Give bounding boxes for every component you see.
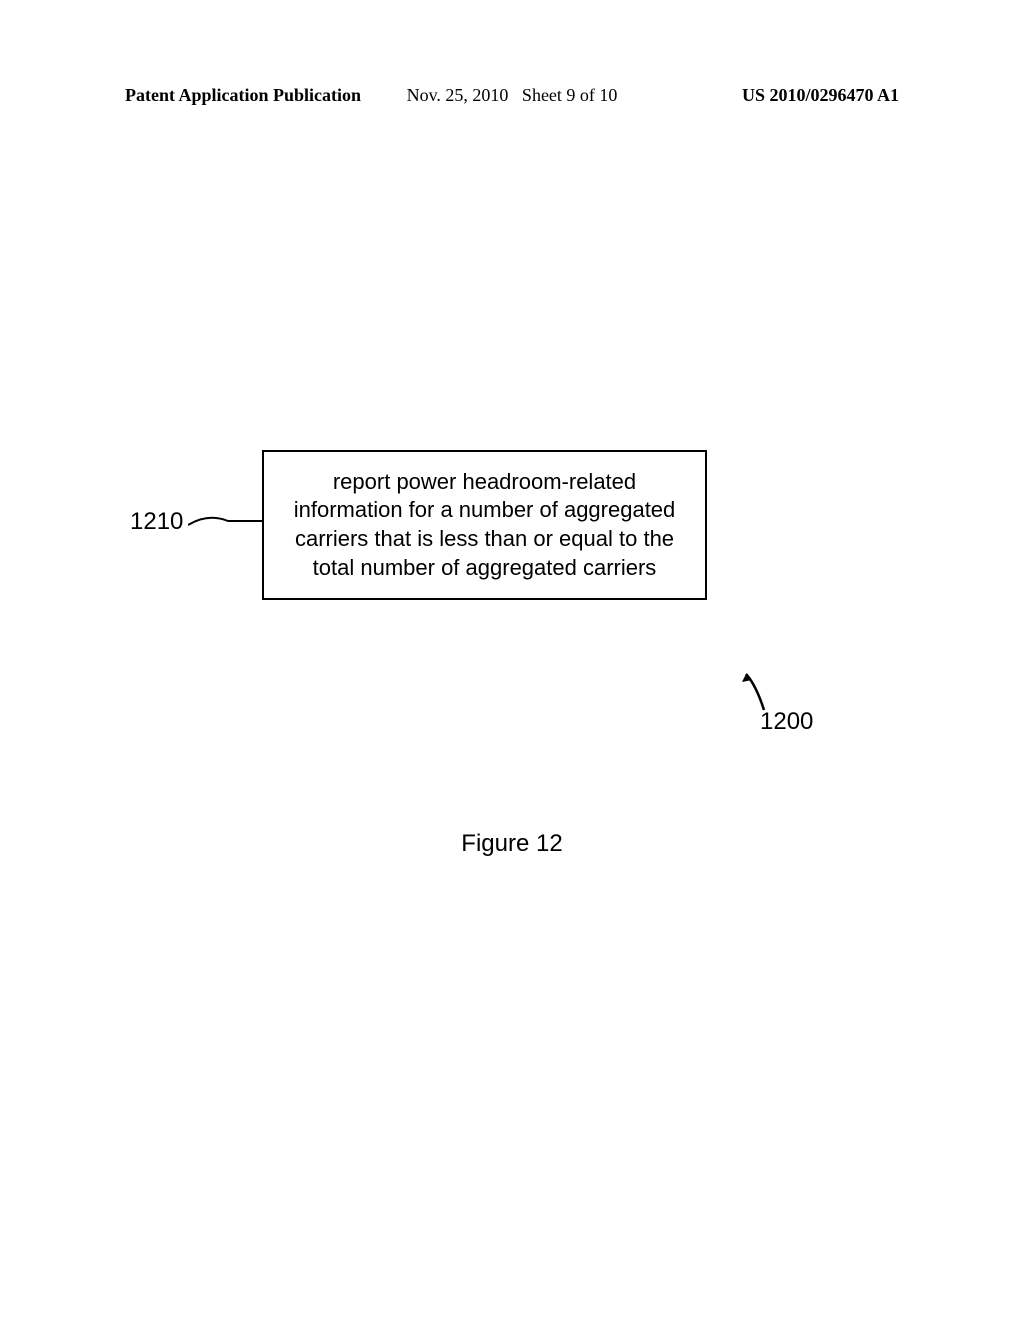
reference-numeral-1200: 1200 (760, 708, 813, 736)
flowchart-step-box: report power headroom-related informatio… (262, 450, 707, 600)
leader-line-1210 (188, 513, 263, 533)
header-publication-type: Patent Application Publication (125, 85, 361, 106)
header-date-sheet: Nov. 25, 2010 Sheet 9 of 10 (407, 85, 618, 106)
figure-caption: Figure 12 (0, 830, 1024, 858)
page-header: Patent Application Publication Nov. 25, … (0, 85, 1024, 106)
header-publication-number: US 2010/0296470 A1 (742, 85, 899, 106)
header-sheet: Sheet 9 of 10 (522, 85, 617, 105)
header-date: Nov. 25, 2010 (407, 85, 509, 105)
reference-numeral-1210: 1210 (130, 508, 183, 536)
flowchart-step-text: report power headroom-related informatio… (282, 468, 687, 582)
